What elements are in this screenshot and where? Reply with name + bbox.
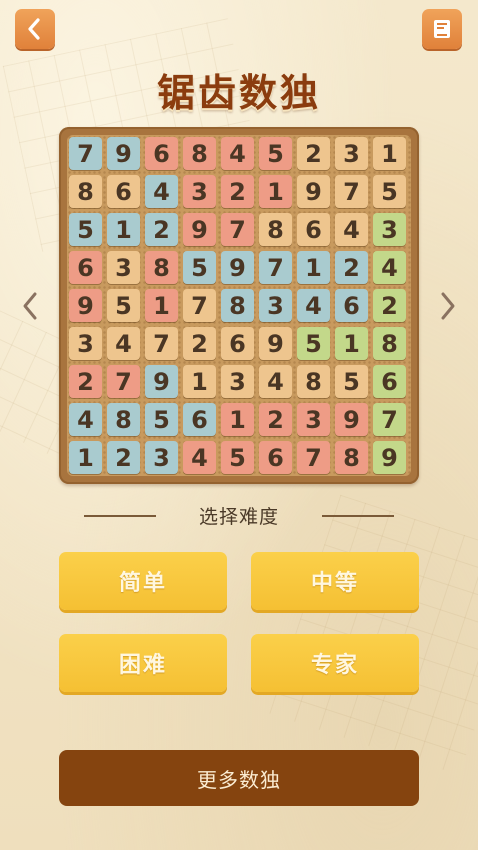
board-cell: 6 (69, 251, 102, 284)
board-cell: 4 (259, 365, 292, 398)
board-cell: 9 (107, 137, 140, 170)
board-cell: 8 (373, 327, 406, 360)
board-cell: 5 (297, 327, 330, 360)
board-cell: 7 (335, 175, 368, 208)
board-cell: 9 (183, 213, 216, 246)
board-cell: 9 (221, 251, 254, 284)
board-cell: 2 (183, 327, 216, 360)
board-cell: 9 (145, 365, 178, 398)
board-cell: 3 (107, 251, 140, 284)
difficulty-easy-button[interactable]: 简单 (59, 552, 227, 610)
board-cell: 6 (297, 213, 330, 246)
board-cell: 7 (259, 251, 292, 284)
board-cell: 2 (69, 365, 102, 398)
board-cell: 8 (183, 137, 216, 170)
board-cell: 6 (145, 137, 178, 170)
prev-puzzle-button[interactable] (20, 288, 40, 324)
board-cell: 5 (259, 137, 292, 170)
board-cell: 9 (69, 289, 102, 322)
page-title: 锯齿数独 (156, 71, 321, 115)
board-cell: 8 (335, 441, 368, 474)
board-cell: 4 (69, 403, 102, 436)
board-cell: 6 (107, 175, 140, 208)
board-cell: 1 (221, 403, 254, 436)
more-sudoku-button[interactable]: 更多数独 (59, 750, 419, 806)
board-cell: 1 (183, 365, 216, 398)
next-puzzle-button[interactable] (438, 288, 458, 324)
board-cell: 9 (259, 327, 292, 360)
board-cell: 3 (335, 137, 368, 170)
board-cell: 1 (107, 213, 140, 246)
board-cell: 1 (297, 251, 330, 284)
sudoku-board: 7968452318643219755129786436385971249517… (59, 127, 419, 484)
board-cell: 5 (335, 365, 368, 398)
board-cell: 7 (373, 403, 406, 436)
board-cell: 4 (107, 327, 140, 360)
board-cell: 2 (221, 175, 254, 208)
divider-line (322, 515, 394, 517)
board-cell: 4 (183, 441, 216, 474)
board-cell: 3 (183, 175, 216, 208)
board-cell: 5 (107, 289, 140, 322)
board-cell: 6 (183, 403, 216, 436)
board-cell: 1 (145, 289, 178, 322)
board-cell: 4 (221, 137, 254, 170)
board-cell: 2 (373, 289, 406, 322)
board-cell: 3 (145, 441, 178, 474)
board-cell: 6 (259, 441, 292, 474)
board-cell: 4 (335, 213, 368, 246)
board-cell: 3 (373, 213, 406, 246)
board-cell: 2 (145, 213, 178, 246)
board-cell: 8 (221, 289, 254, 322)
difficulty-medium-button[interactable]: 中等 (251, 552, 419, 610)
board-cell: 7 (145, 327, 178, 360)
board-cell: 1 (373, 137, 406, 170)
board-cell: 1 (69, 441, 102, 474)
board-cell: 8 (69, 175, 102, 208)
difficulty-hard-button[interactable]: 困难 (59, 634, 227, 692)
board-cell: 9 (373, 441, 406, 474)
board-cell: 6 (335, 289, 368, 322)
board-cell: 9 (297, 175, 330, 208)
board-cell: 2 (259, 403, 292, 436)
board-cell: 2 (297, 137, 330, 170)
board-cell: 3 (297, 403, 330, 436)
board-cell: 5 (373, 175, 406, 208)
board-cell: 2 (335, 251, 368, 284)
board-cell: 3 (259, 289, 292, 322)
board-cell: 8 (145, 251, 178, 284)
difficulty-section-label: 选择难度 (198, 506, 279, 528)
chevron-left-icon (28, 18, 40, 40)
board-cell: 5 (221, 441, 254, 474)
board-cell: 5 (145, 403, 178, 436)
board-cell: 5 (69, 213, 102, 246)
board-cell: 7 (107, 365, 140, 398)
difficulty-expert-button[interactable]: 专家 (251, 634, 419, 692)
board-cell: 7 (221, 213, 254, 246)
board-cell: 3 (221, 365, 254, 398)
board-cell: 6 (373, 365, 406, 398)
board-cell: 3 (69, 327, 102, 360)
board-cell: 8 (297, 365, 330, 398)
board-cell: 1 (259, 175, 292, 208)
board-cell: 7 (69, 137, 102, 170)
board-cell: 1 (335, 327, 368, 360)
rules-book-button[interactable] (422, 9, 462, 49)
board-cell: 2 (107, 441, 140, 474)
board-cell: 5 (183, 251, 216, 284)
board-cell: 7 (297, 441, 330, 474)
book-icon (434, 20, 450, 38)
board-cell: 4 (297, 289, 330, 322)
back-button[interactable] (15, 9, 55, 49)
board-cell: 8 (107, 403, 140, 436)
board-cell: 4 (373, 251, 406, 284)
board-cell: 6 (221, 327, 254, 360)
board-grid: 7968452318643219755129786436385971249517… (67, 135, 411, 476)
board-cell: 9 (335, 403, 368, 436)
board-cell: 7 (183, 289, 216, 322)
board-cell: 8 (259, 213, 292, 246)
board-cell: 4 (145, 175, 178, 208)
